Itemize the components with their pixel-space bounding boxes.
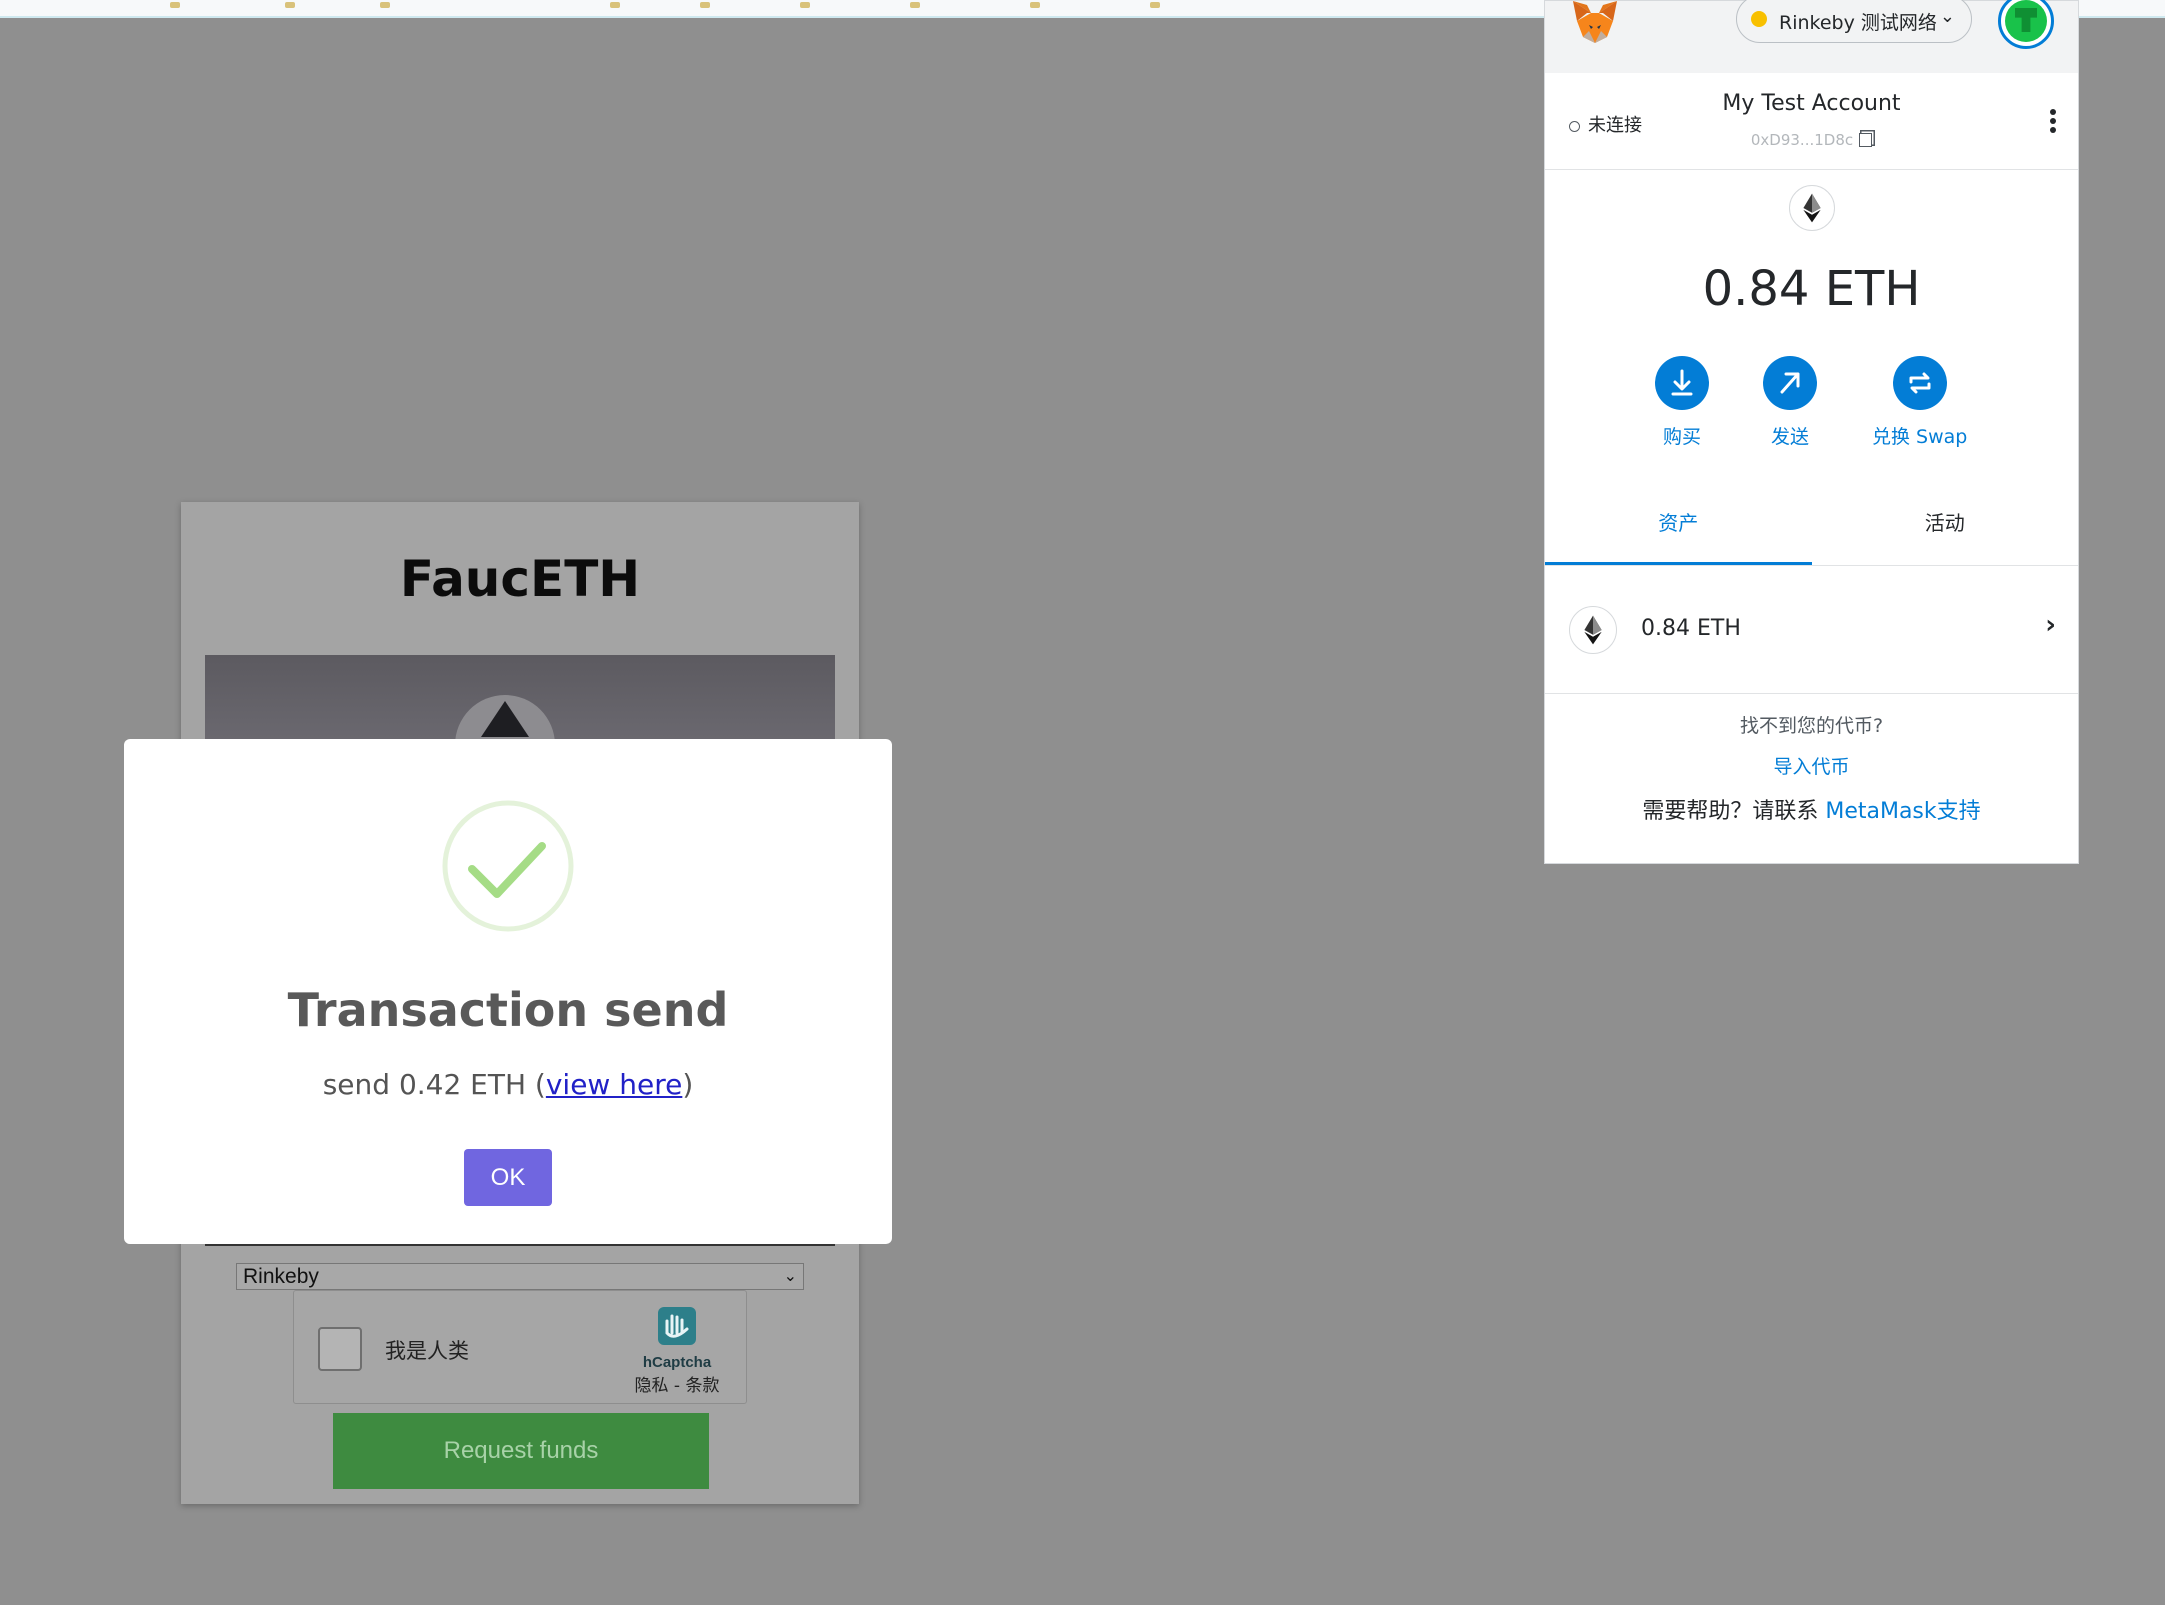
view-transaction-link[interactable]: view here — [546, 1068, 682, 1101]
network-select-value: Rinkeby — [243, 1265, 319, 1288]
network-status-dot — [1751, 11, 1767, 27]
swap-button[interactable]: 兑换 Swap — [1872, 356, 1967, 449]
copy-icon — [1859, 133, 1873, 147]
download-icon — [1671, 369, 1693, 396]
buy-button[interactable]: 购买 — [1655, 356, 1709, 449]
asset-name: 0.84 ETH — [1641, 616, 1741, 641]
bookmark-icon[interactable] — [380, 2, 390, 8]
ok-button[interactable]: OK — [464, 1149, 552, 1206]
metamask-support-link[interactable]: MetaMask支持 — [1825, 799, 1980, 824]
tab-activity[interactable]: 活动 — [1812, 493, 2079, 565]
ethereum-banner-image — [205, 655, 835, 745]
bookmark-icon[interactable] — [610, 2, 620, 8]
ethereum-logo-icon — [455, 695, 555, 745]
chevron-right-icon: › — [2045, 610, 2056, 640]
captcha-privacy-links[interactable]: 隐私 - 条款 — [622, 1371, 732, 1396]
modal-message-suffix: ) — [682, 1068, 694, 1101]
captcha-label: 我是人类 — [385, 1339, 469, 1363]
missing-token-question: 找不到您的代币? — [1739, 715, 1884, 737]
bookmark-icon[interactable] — [910, 2, 920, 8]
bookmark-icon[interactable] — [170, 2, 180, 8]
account-address[interactable]: 0xD93...1D8c — [1545, 131, 2078, 149]
bookmark-icon[interactable] — [800, 2, 810, 8]
bookmark-icon[interactable] — [1150, 2, 1160, 8]
account-address-text: 0xD93...1D8c — [1750, 131, 1854, 149]
tab-assets[interactable]: 资产 — [1545, 493, 1812, 565]
network-selector[interactable]: Rinkeby 测试网络 ⌄ — [1736, 0, 1972, 43]
bookmark-icon[interactable] — [700, 2, 710, 8]
metamask-fox-icon[interactable] — [1569, 0, 1621, 45]
transaction-success-modal: Transaction send send 0.42 ETH (view her… — [124, 739, 892, 1244]
help-text: 需要帮助？请联系 MetaMask支持 — [1545, 793, 2078, 825]
faucet-title: FaucETH — [399, 550, 641, 608]
asset-list-item[interactable]: 0.84 ETH › — [1545, 566, 2078, 694]
buy-label: 购买 — [1662, 426, 1701, 448]
modal-message-prefix: send 0.42 ETH ( — [322, 1068, 546, 1101]
hcaptcha-widget: 我是人类 hCaptcha 隐私 - 条款 — [293, 1290, 747, 1404]
bookmark-icon[interactable] — [1030, 2, 1040, 8]
modal-title: Transaction send — [287, 983, 729, 1037]
hcaptcha-logo-icon — [658, 1307, 696, 1345]
success-check-icon — [442, 800, 574, 932]
import-tokens-link[interactable]: 导入代币 — [1545, 752, 2078, 779]
send-label: 发送 — [1770, 426, 1809, 448]
captcha-brand-name: hCaptcha — [642, 1354, 712, 1371]
wallet-tabs: 资产 活动 — [1545, 493, 2078, 566]
network-select[interactable]: Rinkeby ⌄ — [236, 1263, 804, 1290]
modal-message: send 0.42 ETH (view here) — [124, 1068, 892, 1101]
chevron-down-icon: ⌄ — [783, 1268, 797, 1285]
swap-label: 兑换 Swap — [1872, 426, 1968, 448]
send-arrow-icon — [1780, 372, 1800, 394]
metamask-popup: Rinkeby 测试网络 ⌄ 未连接 My Test Account 0xD93… — [1544, 0, 2079, 864]
captcha-brand: hCaptcha 隐私 - 条款 — [622, 1303, 732, 1396]
token-help-footer: 找不到您的代币? 导入代币 需要帮助？请联系 MetaMask支持 — [1545, 711, 2078, 825]
ethereum-icon — [1789, 185, 1835, 231]
account-avatar[interactable] — [1998, 0, 2054, 49]
account-name[interactable]: My Test Account — [1545, 91, 2078, 116]
wallet-actions: 购买 发送 兑换 Swap — [1545, 356, 2078, 456]
help-prefix: 需要帮助？请联系 — [1642, 799, 1826, 824]
account-bar: 未连接 My Test Account 0xD93...1D8c — [1545, 73, 2078, 170]
metamask-header: Rinkeby 测试网络 ⌄ — [1545, 0, 2078, 73]
chevron-down-icon: ⌄ — [1939, 6, 1955, 27]
captcha-checkbox[interactable] — [318, 1327, 362, 1371]
send-button[interactable]: 发送 — [1763, 356, 1817, 449]
disconnected-dot-icon — [1569, 120, 1580, 132]
balance-amount: 0.84 ETH — [1702, 261, 1921, 317]
account-options-icon[interactable] — [2050, 109, 2056, 136]
network-name: Rinkeby 测试网络 — [1779, 12, 1937, 34]
bookmark-icon[interactable] — [285, 2, 295, 8]
ethereum-icon — [1569, 606, 1617, 654]
request-funds-button[interactable]: Request funds — [333, 1413, 709, 1489]
swap-icon — [1909, 372, 1931, 394]
